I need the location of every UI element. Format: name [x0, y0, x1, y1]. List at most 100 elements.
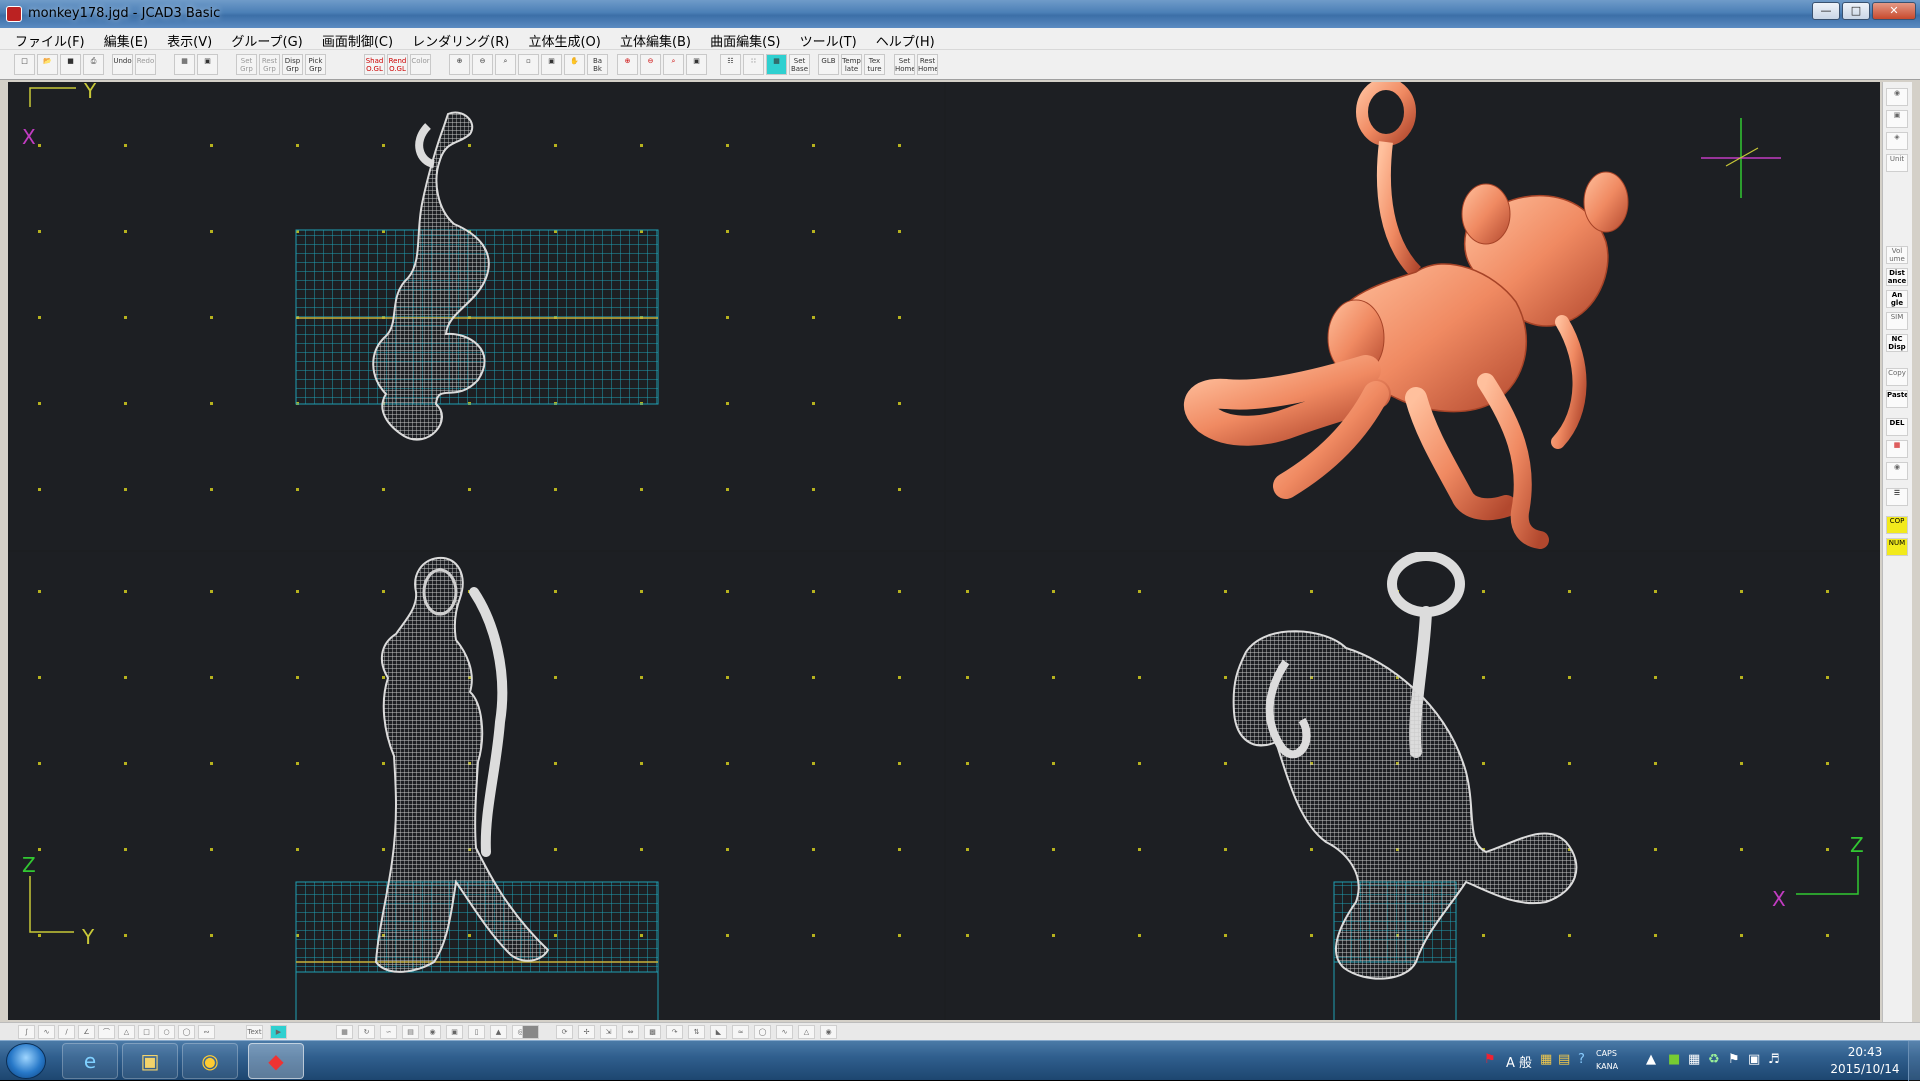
ring-icon[interactable]: ◯: [754, 1025, 771, 1039]
file-explorer-icon[interactable]: ▣: [122, 1043, 178, 1079]
rest-home-button[interactable]: Rest Home: [917, 54, 938, 75]
set-base-button[interactable]: Set Base: [789, 54, 810, 75]
unit-icon[interactable]: Unit: [1886, 154, 1908, 172]
save-icon[interactable]: ■: [60, 54, 81, 75]
bend-icon[interactable]: ↷: [666, 1025, 683, 1039]
redo-button[interactable]: Redo: [135, 54, 156, 75]
layout-icon[interactable]: ▣: [197, 54, 218, 75]
pan-hand-icon[interactable]: ✋: [564, 54, 585, 75]
zoom-fit-icon[interactable]: ▣: [541, 54, 562, 75]
mirror-icon[interactable]: ⇔: [622, 1025, 639, 1039]
display-group-button[interactable]: Disp Grp: [282, 54, 303, 75]
paint-icon[interactable]: ◉: [1886, 462, 1908, 480]
revolve-icon[interactable]: ↻: [358, 1025, 375, 1039]
new-file-icon[interactable]: □: [14, 54, 35, 75]
color-button[interactable]: Color: [410, 54, 431, 75]
set-home-button[interactable]: Set Home: [894, 54, 915, 75]
curve-icon[interactable]: ∿: [38, 1025, 55, 1039]
copy-button[interactable]: Copy: [1886, 368, 1908, 386]
windows-flag-icon[interactable]: ▦: [1688, 1052, 1700, 1067]
maximize-button[interactable]: □: [1842, 2, 1870, 20]
template-button[interactable]: Temp late: [841, 54, 862, 75]
zoom-in-icon[interactable]: ⊕: [449, 54, 470, 75]
close-button[interactable]: ✕: [1872, 2, 1916, 20]
render-opengl-button[interactable]: Rend O.GL: [387, 54, 408, 75]
global-button[interactable]: GLB: [818, 54, 839, 75]
network-icon[interactable]: ▣: [1748, 1052, 1760, 1067]
undo-button[interactable]: Undo: [112, 54, 133, 75]
volume-button[interactable]: Vol ume: [1886, 246, 1908, 264]
zoom-out-red-icon[interactable]: ⊖: [640, 54, 661, 75]
set-group-button[interactable]: Set Grp: [236, 54, 257, 75]
color-swatch-icon[interactable]: ▦: [1886, 440, 1908, 458]
copy-view-icon[interactable]: ▦: [174, 54, 195, 75]
reset-group-button[interactable]: Rest Grp: [259, 54, 280, 75]
grid-icon[interactable]: ☷: [720, 54, 741, 75]
distance-button[interactable]: Dist ance: [1886, 268, 1908, 286]
twist-icon[interactable]: ⇅: [688, 1025, 705, 1039]
loft-icon[interactable]: ▤: [402, 1025, 419, 1039]
help-icon[interactable]: ?: [1578, 1052, 1585, 1067]
dot-grid-icon[interactable]: ∷: [743, 54, 764, 75]
print-icon[interactable]: ⎙: [83, 54, 104, 75]
zoom-all-icon[interactable]: ▫: [518, 54, 539, 75]
taper-icon[interactable]: ◣: [710, 1025, 727, 1039]
flag-red-icon[interactable]: ⚑: [1484, 1052, 1496, 1067]
list-icon[interactable]: ☰: [1886, 488, 1908, 506]
measure-icon[interactable]: △: [798, 1025, 815, 1039]
open-file-icon[interactable]: 📂: [37, 54, 58, 75]
sketch-icon[interactable]: ∫: [18, 1025, 35, 1039]
zoom-red-icon[interactable]: ⊕: [617, 54, 638, 75]
eye-icon[interactable]: ◉: [820, 1025, 837, 1039]
triangle-icon[interactable]: △: [118, 1025, 135, 1039]
polyline-icon[interactable]: ∠: [78, 1025, 95, 1039]
fit-selected-icon[interactable]: ▣: [686, 54, 707, 75]
paste-button[interactable]: Paste: [1886, 390, 1908, 408]
minimize-button[interactable]: —: [1812, 2, 1840, 20]
app-icon[interactable]: [6, 6, 22, 22]
volume-icon[interactable]: ♬: [1768, 1052, 1780, 1067]
ime-mode[interactable]: A 般: [1506, 1052, 1532, 1071]
cylinder-icon[interactable]: ▯: [468, 1025, 485, 1039]
texture-button[interactable]: Tex ture: [864, 54, 885, 75]
array-icon[interactable]: ▩: [644, 1025, 661, 1039]
action-center-flag-icon[interactable]: ⚑: [1728, 1052, 1740, 1067]
box-icon[interactable]: ▣: [446, 1025, 463, 1039]
sphere-icon[interactable]: ◉: [424, 1025, 441, 1039]
scale-icon[interactable]: ⇲: [600, 1025, 617, 1039]
viewport-side-view[interactable]: Z X: [946, 552, 1880, 1020]
sweep-icon[interactable]: ∽: [380, 1025, 397, 1039]
angle-button[interactable]: An gle: [1886, 290, 1908, 308]
delete-button[interactable]: DEL: [1886, 418, 1908, 436]
deform-icon[interactable]: ≈: [732, 1025, 749, 1039]
show-desktop-button[interactable]: [1908, 1041, 1920, 1081]
zoom-selected-icon[interactable]: ⌕: [663, 54, 684, 75]
recycle-icon[interactable]: ♻: [1708, 1052, 1720, 1067]
viewport-front-view[interactable]: Z Y: [8, 552, 944, 1020]
camera-icon[interactable]: ▣: [1886, 110, 1908, 128]
text-button[interactable]: Text: [246, 1025, 263, 1039]
nvidia-icon[interactable]: ■: [1668, 1052, 1680, 1067]
wave-icon[interactable]: ∿: [776, 1025, 793, 1039]
zoom-out-icon[interactable]: ⊖: [472, 54, 493, 75]
extrude-icon[interactable]: ▦: [336, 1025, 353, 1039]
ime-toolbar-icon[interactable]: ▦: [1540, 1052, 1552, 1067]
show-hidden-icons[interactable]: ▲: [1646, 1052, 1656, 1067]
cone-icon[interactable]: ▲: [490, 1025, 507, 1039]
zoom-window-icon[interactable]: ⌕: [495, 54, 516, 75]
solid-block-icon[interactable]: [522, 1025, 539, 1039]
ime-dict-icon[interactable]: ▤: [1558, 1052, 1570, 1067]
line-icon[interactable]: ∕: [58, 1025, 75, 1039]
pivot-icon[interactable]: ◈: [1886, 132, 1908, 150]
light-icon[interactable]: ◉: [1886, 88, 1908, 106]
background-button[interactable]: Ba Bk: [587, 54, 608, 75]
pick-group-button[interactable]: Pick Grp: [305, 54, 326, 75]
shade-opengl-button[interactable]: Shad O.GL: [364, 54, 385, 75]
rotate-icon[interactable]: ⟳: [556, 1025, 573, 1039]
spline-icon[interactable]: ∾: [198, 1025, 215, 1039]
title-bar[interactable]: monkey178.jgd - JCAD3 Basic — □ ✕: [0, 0, 1920, 28]
ellipse-icon[interactable]: ◯: [178, 1025, 195, 1039]
viewport-render-view[interactable]: [946, 82, 1880, 550]
taskbar-clock[interactable]: 20:43 2015/10/14: [1830, 1044, 1900, 1078]
pa-icon[interactable]: ▶: [270, 1025, 287, 1039]
